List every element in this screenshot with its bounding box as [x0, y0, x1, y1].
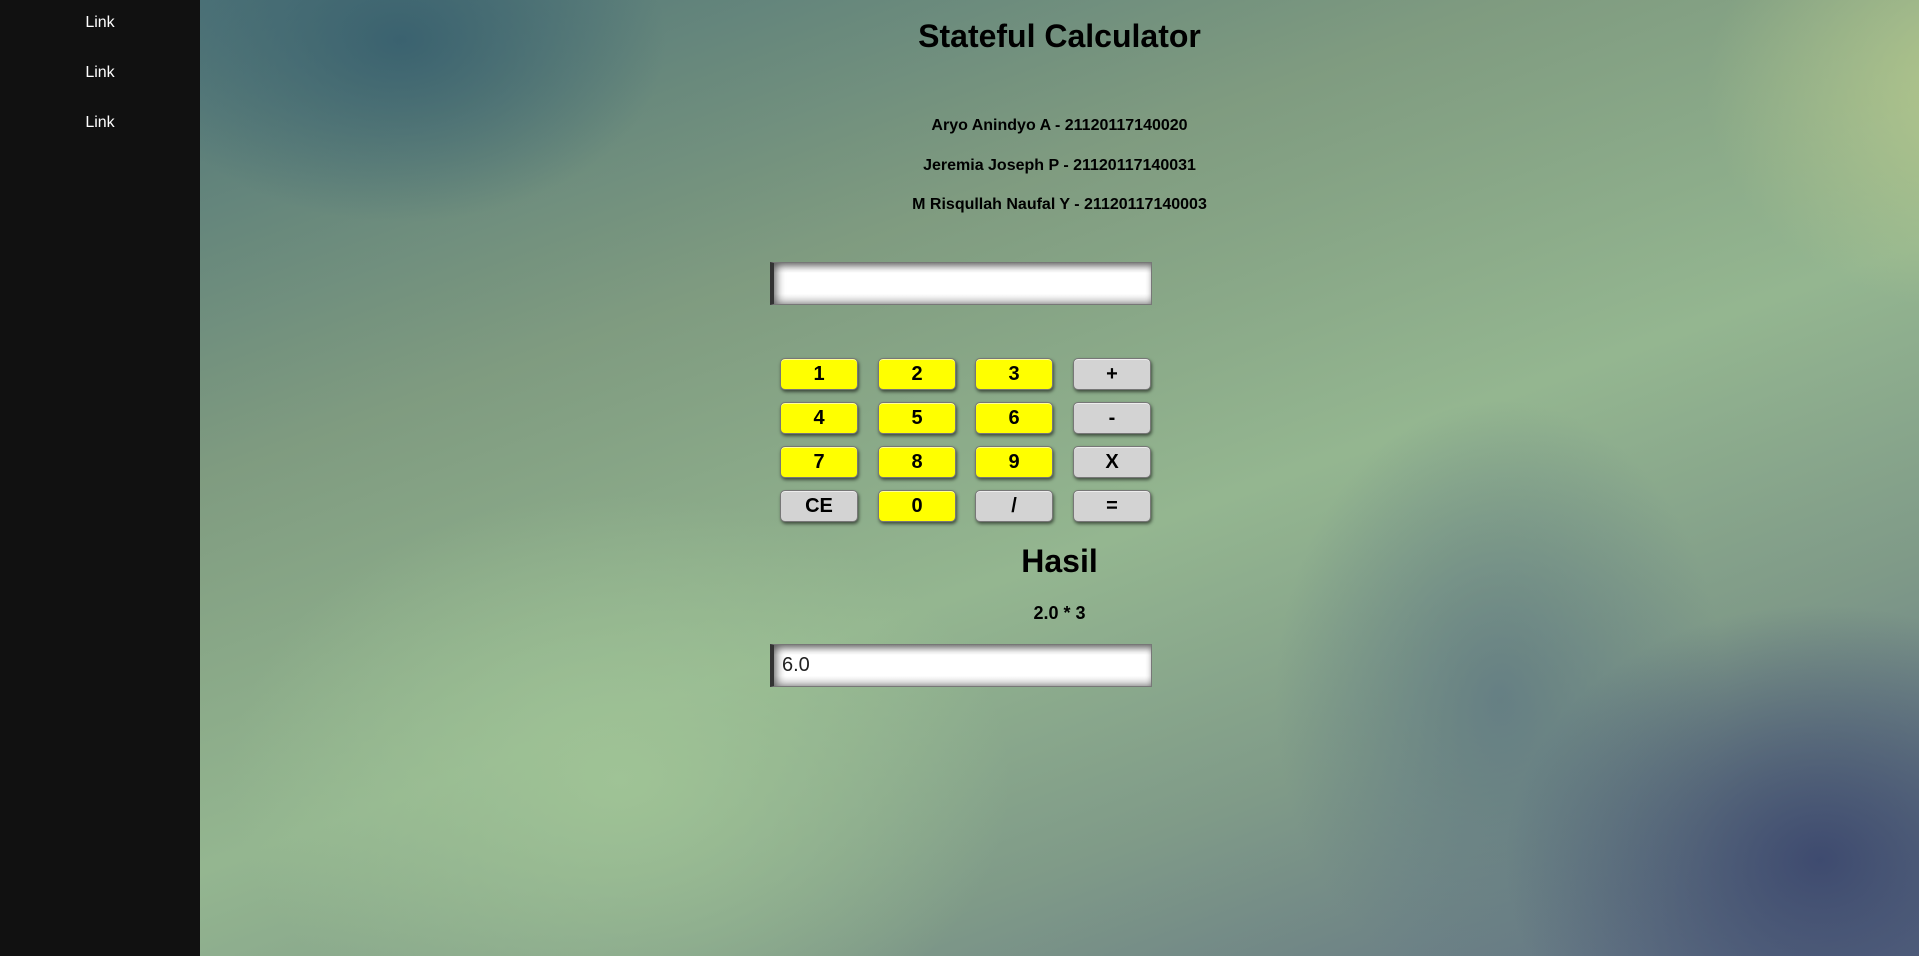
button-6[interactable]: 6	[975, 402, 1053, 434]
sidebar-link-2[interactable]: Link	[0, 50, 200, 100]
result-output-field[interactable]	[770, 644, 1152, 687]
button-9[interactable]: 9	[975, 446, 1053, 478]
button-4[interactable]: 4	[780, 402, 858, 434]
divide-button[interactable]: /	[975, 490, 1053, 522]
button-3[interactable]: 3	[975, 358, 1053, 390]
multiply-button[interactable]: X	[1073, 446, 1151, 478]
sidebar: Link Link Link	[0, 0, 200, 956]
button-1[interactable]: 1	[780, 358, 858, 390]
sidebar-link-3[interactable]: Link	[0, 100, 200, 150]
button-5[interactable]: 5	[878, 402, 956, 434]
button-7[interactable]: 7	[780, 446, 858, 478]
sidebar-link-1[interactable]: Link	[0, 0, 200, 50]
calculator-input[interactable]	[770, 262, 1152, 305]
clear-entry-button[interactable]: CE	[780, 490, 858, 522]
button-0[interactable]: 0	[878, 490, 956, 522]
result-expression: 2.0 * 3	[1033, 603, 1086, 623]
plus-button[interactable]: +	[1073, 358, 1151, 390]
member-3: M Risqullah Naufal Y - 21120117140003	[912, 196, 1207, 213]
member-1: Aryo Anindyo A - 21120117140020	[931, 117, 1188, 134]
button-2[interactable]: 2	[878, 358, 956, 390]
button-8[interactable]: 8	[878, 446, 956, 478]
equals-button[interactable]: =	[1073, 490, 1151, 522]
page-title: Stateful Calculator	[918, 18, 1201, 54]
result-heading: Hasil	[1021, 543, 1098, 579]
main-content: Stateful Calculator Aryo Anindyo A - 211…	[200, 0, 1919, 956]
member-2: Jeremia Joseph P - 21120117140031	[923, 157, 1196, 174]
minus-button[interactable]: -	[1073, 402, 1151, 434]
